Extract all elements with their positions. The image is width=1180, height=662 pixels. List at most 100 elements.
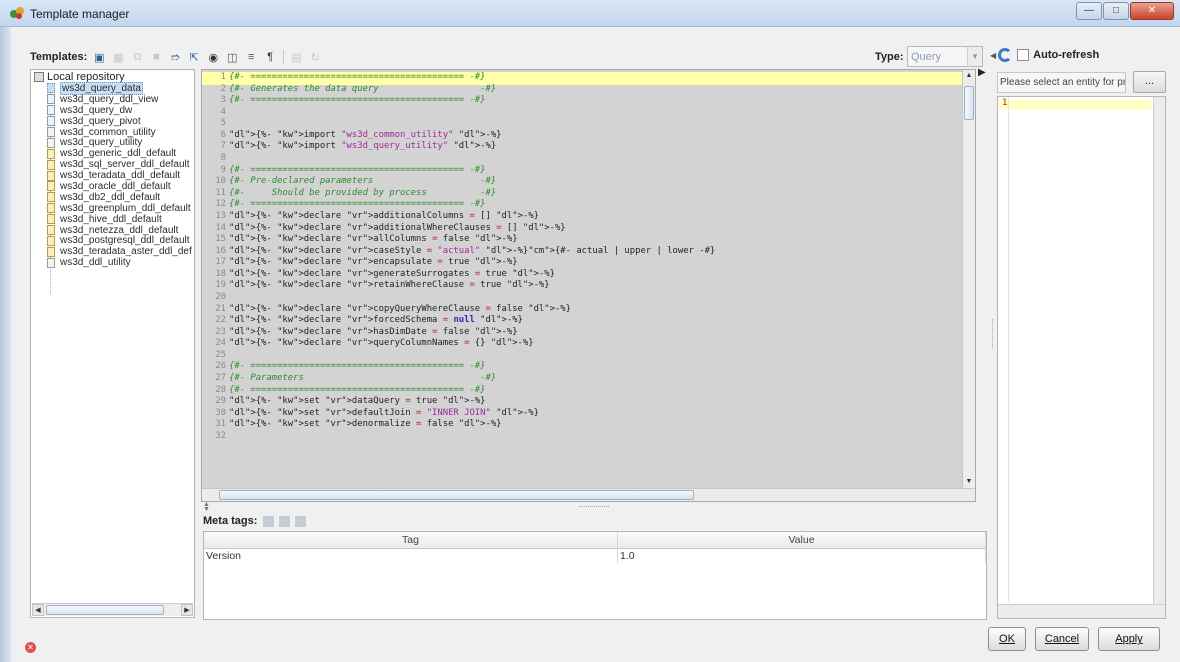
code-line[interactable]: 23 "dl">{%- "kw">declare "vr">hasDimDate …	[202, 327, 715, 339]
auto-refresh-checkbox[interactable]	[1017, 49, 1030, 61]
splitter-arrows-icon[interactable]: ▲ ▼	[203, 501, 210, 513]
browse-entity-button[interactable]: ...	[1133, 71, 1166, 93]
maximize-button[interactable]: □	[1103, 2, 1129, 20]
tree-item[interactable]: ws3d_sql_server_ddl_default	[47, 159, 192, 170]
code-line[interactable]: 6 "dl">{%- "kw">import "ws3d_common_utili…	[202, 130, 715, 142]
refresh-disabled-icon[interactable]: ↻	[308, 50, 322, 64]
code-line[interactable]: 15 "dl">{%- "kw">declare "vr">allColumns …	[202, 234, 715, 246]
close-button[interactable]: ✕	[1130, 2, 1174, 20]
tree-item[interactable]: ws3d_query_pivot	[47, 116, 192, 127]
tree-item[interactable]: ws3d_hive_ddl_default	[47, 214, 192, 225]
code-line[interactable]: 14 "dl">{%- "kw">declare "vr">additionalW…	[202, 223, 715, 235]
tree-item[interactable]: ws3d_db2_ddl_default	[47, 192, 192, 203]
code-line[interactable]: 2 {#- Generates the data query -#}	[202, 84, 715, 96]
paragraph-icon[interactable]: ¶	[263, 50, 277, 64]
tree-item[interactable]: ws3d_query_ddl_view	[47, 94, 192, 105]
code-line[interactable]: 3 {#- ===================================…	[202, 95, 715, 107]
code-line[interactable]: 32	[202, 431, 715, 443]
preview-output[interactable]: 1	[997, 96, 1166, 619]
code-line[interactable]: 13 "dl">{%- "kw">declare "vr">additionalC…	[202, 211, 715, 223]
minimize-button[interactable]: —	[1076, 2, 1102, 20]
template-tree[interactable]: Local repository ws3d_query_data ws3d_que…	[30, 69, 195, 618]
new-template-icon[interactable]: ▣	[92, 50, 106, 64]
delete-template-icon[interactable]: ■	[149, 50, 163, 64]
tree-item[interactable]: ws3d_greenplum_ddl_default	[47, 203, 192, 214]
column-header-value[interactable]: Value	[618, 532, 986, 548]
edit-tag-icon[interactable]	[279, 515, 291, 527]
code-line[interactable]: 30 "dl">{%- "kw">set "vr">defaultJoin = "…	[202, 408, 715, 420]
entity-select-field[interactable]: Please select an entity for preview	[997, 72, 1126, 93]
disabled-action-icon[interactable]: ▤	[289, 50, 303, 64]
find-icon[interactable]: ◉	[206, 50, 220, 64]
copy-template-icon[interactable]: ⧉	[130, 50, 144, 64]
scroll-right-icon[interactable]: ▶	[181, 604, 193, 616]
code-line[interactable]: 9 {#- ===================================…	[202, 165, 715, 177]
chevron-down-icon[interactable]: ▼	[967, 47, 982, 66]
tree-item[interactable]: ws3d_query_data	[47, 81, 192, 95]
ok-button[interactable]: OK	[988, 627, 1026, 651]
meta-tags-table[interactable]: Tag Value Version 1.0	[203, 531, 987, 620]
preview-vertical-scrollbar[interactable]	[1153, 97, 1165, 604]
code-line[interactable]: 10 {#- Pre-declared parameters -#}	[202, 176, 715, 188]
tree-item[interactable]: ws3d_query_dw	[47, 105, 192, 116]
tree-item[interactable]: ws3d_query_utility	[47, 137, 192, 148]
code-line[interactable]: 31 "dl">{%- "kw">set "vr">denormalize = f…	[202, 419, 715, 431]
code-line[interactable]: 17 "dl">{%- "kw">declare "vr">encapsulate…	[202, 257, 715, 269]
collapse-left-icon[interactable]: ◀	[990, 51, 996, 60]
preview-splitter[interactable]	[990, 69, 995, 621]
tree-item[interactable]: ws3d_common_utility	[47, 127, 192, 138]
code-line[interactable]: 28 {#- ==================================…	[202, 385, 715, 397]
code-editor[interactable]: 1 {#- ===================================…	[201, 69, 976, 502]
scrollbar-thumb[interactable]	[219, 490, 694, 500]
add-tag-icon[interactable]	[263, 515, 275, 527]
editor-vertical-scrollbar[interactable]: ▲ ▼	[962, 70, 975, 488]
tree-item[interactable]: ws3d_oracle_ddl_default	[47, 181, 192, 192]
code-line[interactable]: 29 "dl">{%- "kw">set "vr">dataQuery = tru…	[202, 396, 715, 408]
compile-icon[interactable]: ➱	[168, 50, 182, 64]
tree-item[interactable]: ws3d_teradata_aster_ddl_def	[47, 246, 192, 257]
code-line[interactable]: 24 "dl">{%- "kw">declare "vr">queryColumn…	[202, 338, 715, 350]
type-select[interactable]: Query ▼	[907, 46, 983, 67]
refresh-icon[interactable]	[998, 48, 1013, 62]
code-line[interactable]: 16 "dl">{%- "kw">declare "vr">caseStyle =…	[202, 246, 715, 258]
code-line[interactable]: 1 {#- ===================================…	[202, 72, 715, 84]
step-icon[interactable]: ⇱	[187, 50, 201, 64]
tree-item[interactable]: ws3d_teradata_ddl_default	[47, 170, 192, 181]
code-line[interactable]: 21 "dl">{%- "kw">declare "vr">copyQueryWh…	[202, 304, 715, 316]
code-line[interactable]: 11 {#- Should be provided by process -#}	[202, 188, 715, 200]
indent-icon[interactable]: ≡	[244, 50, 258, 64]
scrollbar-thumb[interactable]	[46, 605, 164, 615]
code-line[interactable]: 25	[202, 350, 715, 362]
code-line[interactable]: 27 {#- Parameters -#}	[202, 373, 715, 385]
table-row[interactable]: Version 1.0	[204, 549, 986, 563]
code-line[interactable]: 12 {#- ==================================…	[202, 199, 715, 211]
expand-right-icon[interactable]: ▶	[978, 67, 986, 78]
value-cell[interactable]: 1.0	[618, 549, 986, 563]
code-line[interactable]: 8	[202, 153, 715, 165]
tree-item[interactable]: ws3d_postgresql_ddl_default	[47, 235, 192, 246]
cancel-button[interactable]: Cancel	[1035, 627, 1089, 651]
tree-item[interactable]: ws3d_ddl_utility	[47, 257, 192, 268]
preview-horizontal-scrollbar[interactable]	[998, 604, 1165, 618]
tree-item[interactable]: ws3d_generic_ddl_default	[47, 148, 192, 159]
code-line[interactable]: 26 {#- ==================================…	[202, 361, 715, 373]
scrollbar-thumb[interactable]	[964, 86, 974, 120]
editor-splitter[interactable]: ▲ ▼	[201, 501, 976, 513]
tag-cell[interactable]: Version	[204, 549, 618, 563]
scroll-up-icon[interactable]: ▲	[963, 70, 975, 82]
code-line[interactable]: 4	[202, 107, 715, 119]
code-line[interactable]: 18 "dl">{%- "kw">declare "vr">generateSur…	[202, 269, 715, 281]
delete-tag-icon[interactable]	[295, 515, 307, 527]
code-line[interactable]: 20	[202, 292, 715, 304]
code-line[interactable]: 7 "dl">{%- "kw">import "ws3d_query_utilit…	[202, 141, 715, 153]
scroll-left-icon[interactable]: ◀	[32, 604, 44, 616]
apply-button[interactable]: Apply	[1098, 627, 1160, 651]
code-line[interactable]: 5	[202, 118, 715, 130]
code-line[interactable]: 19 "dl">{%- "kw">declare "vr">retainWhere…	[202, 280, 715, 292]
tree-horizontal-scrollbar[interactable]: ◀ ▶	[32, 603, 193, 616]
column-header-tag[interactable]: Tag	[204, 532, 618, 548]
replace-icon[interactable]: ◫	[225, 50, 239, 64]
scroll-down-icon[interactable]: ▼	[963, 476, 975, 488]
edit-template-icon[interactable]: ▦	[111, 50, 125, 64]
tree-item[interactable]: ws3d_netezza_ddl_default	[47, 225, 192, 236]
